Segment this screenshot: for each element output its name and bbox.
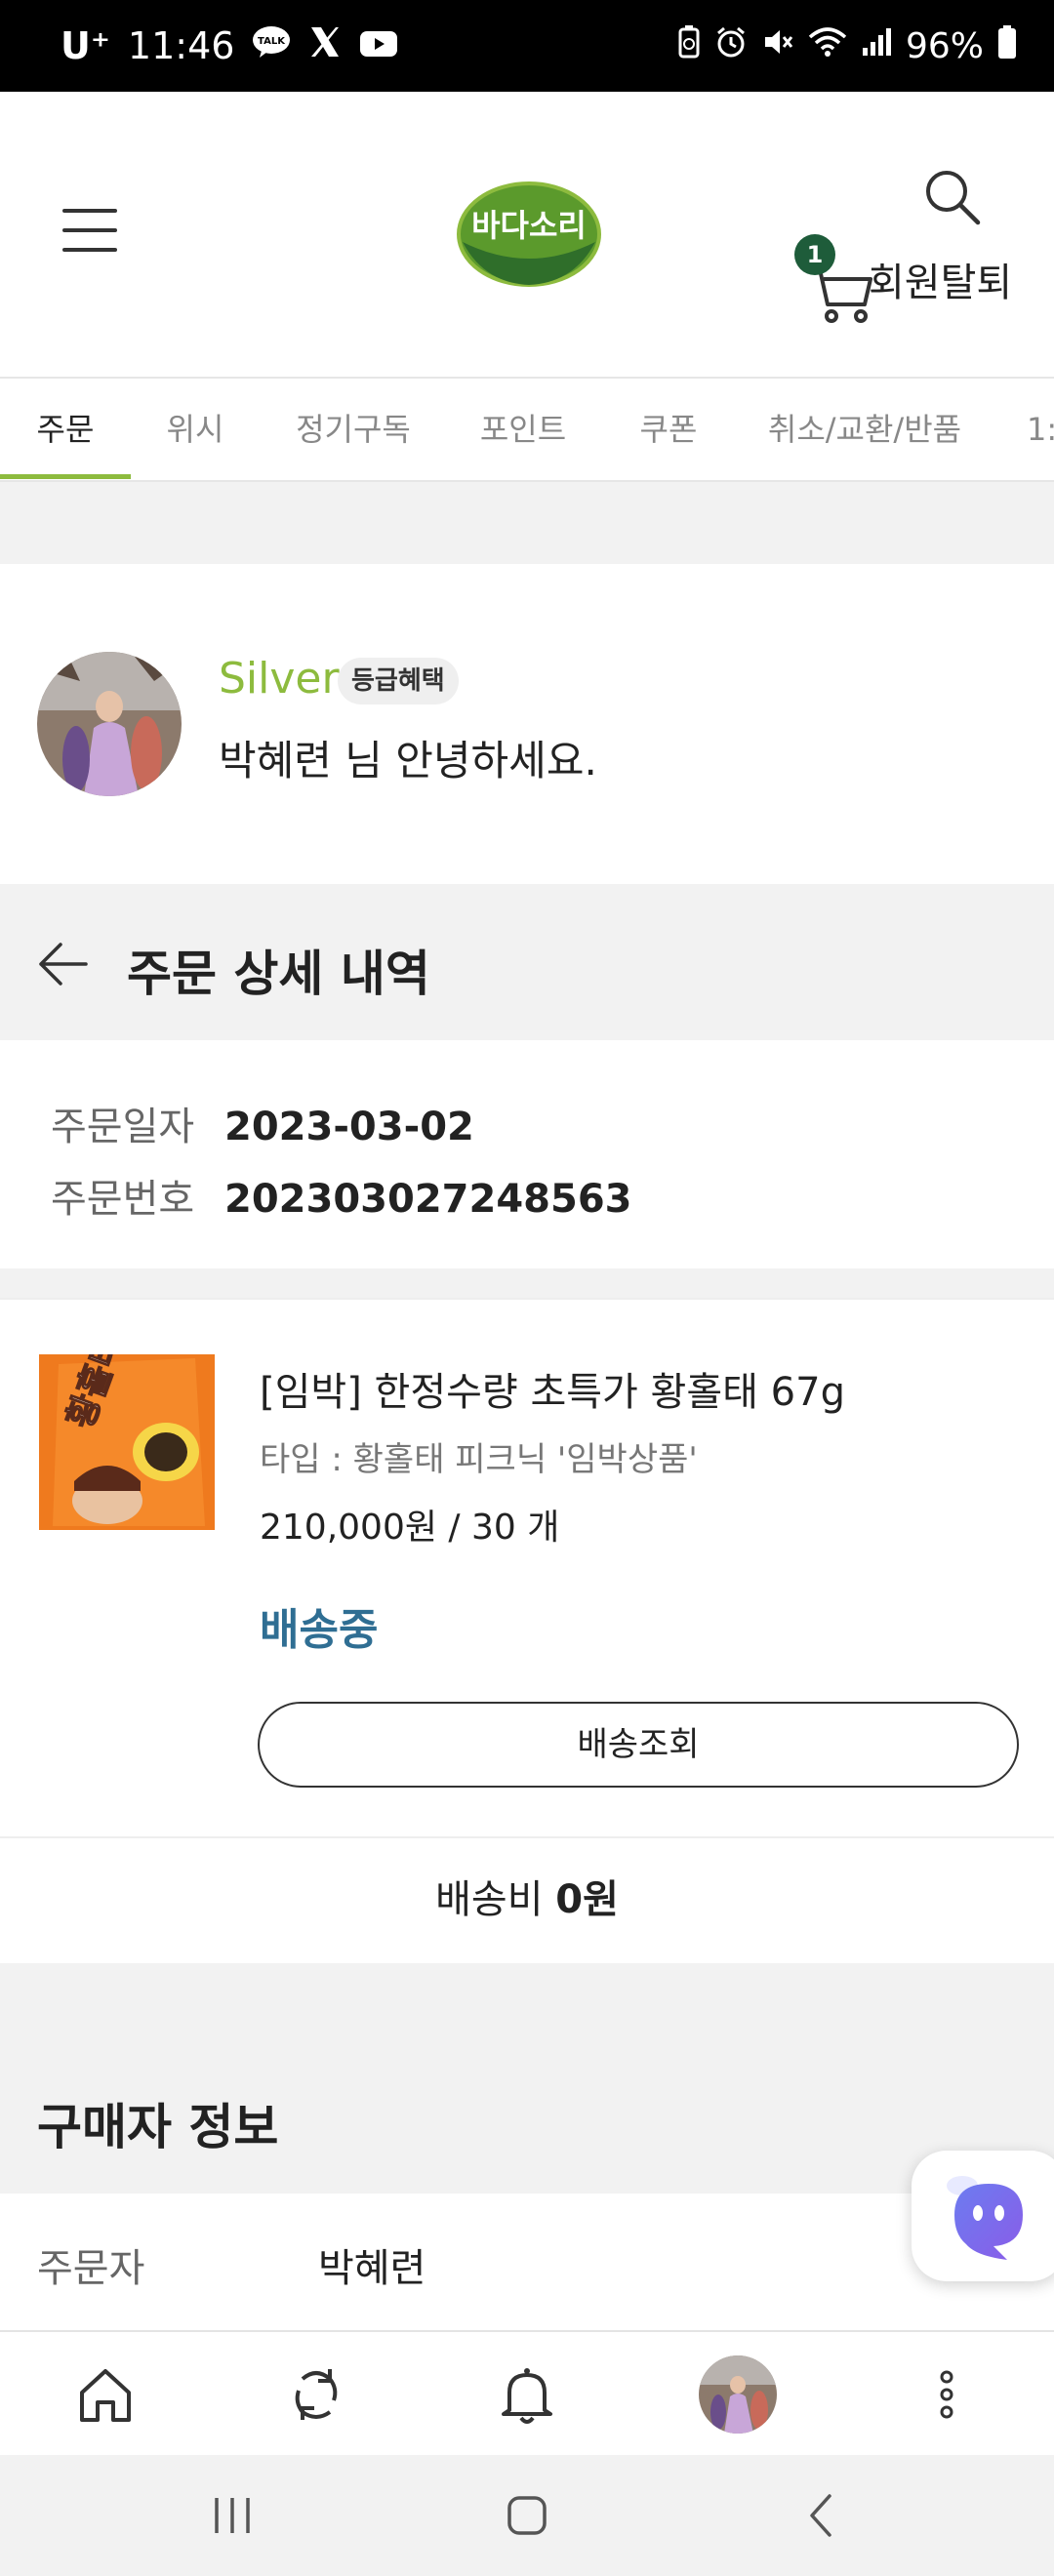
tab-inquiry[interactable]: 1: — [1027, 379, 1054, 480]
status-bar: U⁺ 11:46 TALK 96% — [0, 0, 1054, 92]
grade-benefit-button[interactable]: 등급혜택 — [338, 658, 459, 704]
app-header: 바다소리 1 회원탈퇴 — [0, 92, 1054, 377]
chatbot-button[interactable] — [912, 2151, 1054, 2281]
section-divider — [0, 482, 1054, 564]
alarm-icon — [714, 25, 748, 67]
orderer-value: 박혜련 — [318, 2246, 426, 2291]
order-number-row: 주문번호 202303027248563 — [51, 1167, 631, 1224]
home-icon[interactable] — [68, 2357, 142, 2432]
withdraw-link[interactable]: 회원탈퇴 — [869, 256, 1012, 310]
carrier-label: U⁺ — [61, 24, 110, 67]
cart-count-badge: 1 — [794, 234, 835, 275]
shipping-fee-label: 배송비 — [435, 1877, 544, 1922]
order-number-value: 202303027248563 — [224, 1177, 632, 1222]
shipping-fee: 배송비 0원 — [0, 1836, 1054, 1961]
order-date-label: 주문일자 — [51, 1105, 195, 1149]
chat-bubble-icon — [947, 2176, 1023, 2260]
talk-icon: TALK — [252, 24, 291, 67]
section-divider — [0, 1268, 1054, 1298]
refresh-icon[interactable] — [279, 2357, 353, 2432]
greeting-text: 박혜련 님 안녕하세요. — [219, 737, 597, 785]
buyer-info-header: 구매자 정보 — [0, 1963, 1054, 2194]
tab-order[interactable]: 주문 — [0, 379, 131, 480]
battery-icon — [997, 24, 1017, 68]
page-title: 주문 상세 내역 — [127, 946, 430, 1002]
hamburger-menu-icon[interactable] — [62, 209, 117, 252]
youtube-icon — [359, 24, 398, 67]
battery-percent: 96% — [905, 25, 984, 66]
delivery-status: 배송중 — [260, 1605, 379, 1655]
active-tab-indicator — [0, 474, 131, 479]
home-circle-icon[interactable] — [496, 2484, 558, 2547]
svg-text:바다소리: 바다소리 — [471, 207, 587, 244]
member-card: Silver 등급혜택 박혜련 님 안녕하세요. — [0, 564, 1054, 882]
order-detail-header: 주문 상세 내역 — [0, 884, 1054, 1040]
tab-wish[interactable]: 위시 — [146, 379, 244, 480]
tab-subscription[interactable]: 정기구독 — [283, 379, 424, 480]
order-number-label: 주문번호 — [51, 1177, 195, 1222]
orderer-row: 주문자 박혜련 — [0, 2194, 1054, 2330]
order-date-value: 2023-03-02 — [224, 1105, 474, 1149]
battery-saver-icon — [677, 24, 701, 68]
product-price-quantity: 210,000원 / 30 개 — [260, 1508, 560, 1548]
mypage-tabs: 주문 위시 정기구독 포인트 쿠폰 취소/교환/반품 1: — [0, 377, 1054, 482]
clock: 11:46 — [127, 24, 235, 67]
search-icon[interactable] — [921, 166, 984, 228]
product-option: 타입 : 황홀태 피크닉 '임박상품' — [260, 1440, 698, 1479]
mute-icon — [761, 25, 794, 67]
order-info: 주문일자 2023-03-02 주문번호 202303027248563 — [0, 1040, 1054, 1268]
back-arrow-icon[interactable] — [35, 937, 90, 991]
more-icon[interactable] — [910, 2357, 984, 2432]
avatar[interactable] — [37, 652, 182, 796]
profile-avatar[interactable] — [699, 2355, 777, 2434]
order-item: 황홀태 [임박] 한정수량 초특가 황홀태 67g 타입 : 황홀태 피크닉 '… — [0, 1298, 1054, 1834]
signal-icon — [861, 26, 892, 66]
bell-icon[interactable] — [490, 2357, 564, 2432]
buyer-info-title: 구매자 정보 — [37, 2099, 279, 2155]
tab-coupons[interactable]: 쿠폰 — [625, 379, 712, 480]
wifi-icon — [808, 25, 847, 67]
svg-text:TALK: TALK — [258, 36, 286, 47]
bottom-nav — [0, 2330, 1054, 2455]
back-icon[interactable] — [790, 2484, 853, 2547]
orderer-label: 주문자 — [37, 2246, 145, 2291]
x-icon — [308, 24, 342, 67]
product-thumbnail[interactable]: 황홀태 — [39, 1354, 215, 1530]
tab-cancel-exchange-return[interactable]: 취소/교환/반품 — [757, 379, 972, 480]
member-grade: Silver — [219, 654, 340, 704]
shipping-fee-value: 0원 — [555, 1877, 619, 1922]
recents-icon[interactable] — [201, 2484, 264, 2547]
product-name[interactable]: [임박] 한정수량 초특가 황홀태 67g — [260, 1360, 845, 1417]
tab-points[interactable]: 포인트 — [463, 379, 584, 480]
brand-logo[interactable]: 바다소리 — [457, 181, 601, 287]
track-delivery-button[interactable]: 배송조회 — [258, 1702, 1019, 1788]
order-date-row: 주문일자 2023-03-02 — [51, 1095, 474, 1151]
system-navigation-bar — [0, 2455, 1054, 2576]
